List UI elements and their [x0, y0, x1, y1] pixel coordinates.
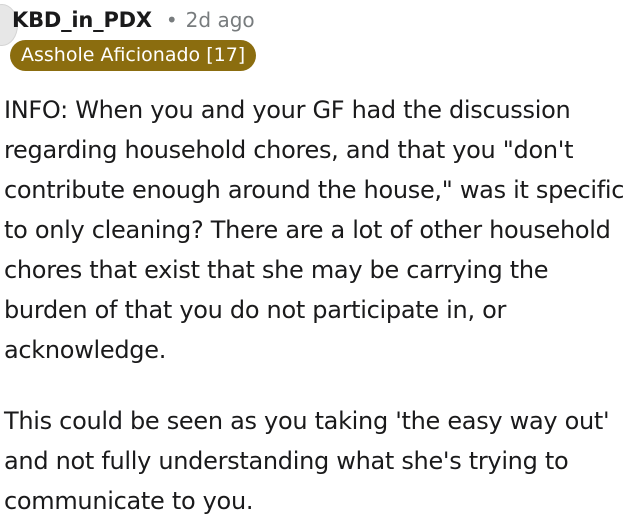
comment-paragraph: This could be seen as you taking 'the ea…: [4, 407, 610, 515]
meta-separator: •: [165, 8, 178, 32]
user-flair-badge: Asshole Aficionado [17]: [10, 40, 257, 71]
comment-paragraph: INFO: When you and your GF had the discu…: [4, 96, 625, 364]
timestamp[interactable]: 2d ago: [186, 8, 255, 32]
comment-body: INFO: When you and your GF had the discu…: [4, 90, 634, 521]
username-link[interactable]: KBD_in_PDX: [12, 8, 152, 32]
comment-header: KBD_in_PDX • 2d ago: [12, 6, 255, 34]
